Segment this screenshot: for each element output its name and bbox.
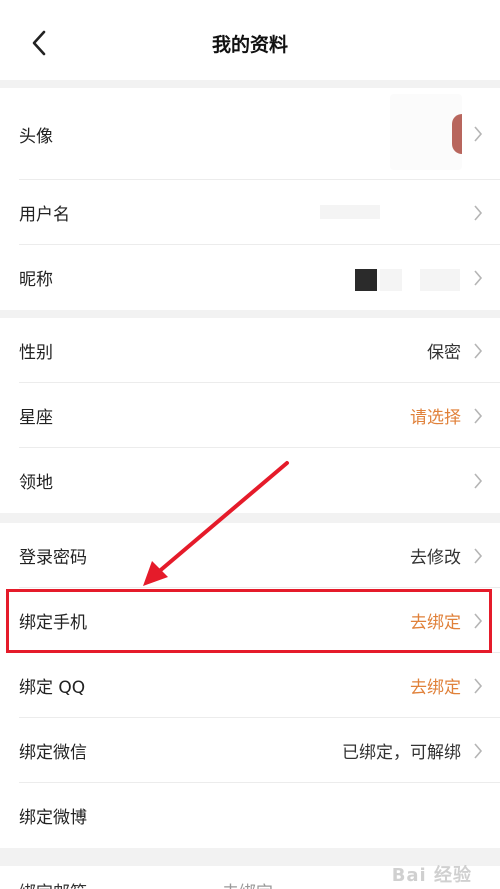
avatar-label: 头像 [19, 126, 53, 147]
back-arrow-icon [32, 30, 46, 56]
nickname-label: 昵称 [19, 270, 53, 290]
chevron-right-icon [474, 612, 483, 629]
zodiac-value: 请选择 [410, 408, 461, 428]
gender-label: 性别 [19, 343, 53, 363]
username-label: 用户名 [19, 205, 70, 225]
nickname-value-redacted [355, 269, 377, 291]
bind-qq-label: 绑定 QQ [19, 678, 86, 698]
profile-group: 头像 用户名 昵称 [0, 88, 500, 310]
territory-row[interactable]: 领地 [0, 448, 500, 513]
back-button[interactable] [22, 26, 56, 60]
chevron-right-icon [474, 677, 483, 694]
avatar-image-edge [452, 114, 462, 154]
territory-label: 领地 [19, 473, 53, 493]
bind-phone-label: 绑定手机 [19, 613, 87, 633]
chevron-right-icon [474, 269, 483, 286]
password-value: 去修改 [410, 548, 461, 568]
bind-email-label: 绑定邮箱 [19, 878, 87, 889]
bind-wechat-value: 已绑定，可解绑 [342, 743, 461, 763]
bind-email-value: 去绑定 [222, 878, 273, 889]
bind-weibo-row[interactable]: 绑定微博 [0, 783, 500, 848]
avatar[interactable] [390, 94, 462, 170]
page-title: 我的资料 [211, 33, 288, 56]
nickname-value-blurred [380, 269, 402, 291]
chevron-right-icon [474, 342, 483, 359]
chevron-right-icon [474, 204, 483, 221]
bind-phone-value: 去绑定 [410, 613, 461, 633]
bind-wechat-label: 绑定微信 [19, 743, 87, 763]
zodiac-label: 星座 [19, 408, 53, 428]
nickname-value-blurred [420, 269, 460, 291]
binding-group: 登录密码 去修改 绑定手机 去绑定 绑定 QQ 去绑定 绑定微信 已绑定，可解绑… [0, 523, 500, 848]
username-value-blurred [320, 205, 380, 219]
nickname-row[interactable]: 昵称 [0, 245, 500, 310]
chevron-right-icon [474, 742, 483, 759]
avatar-row[interactable]: 头像 [0, 88, 500, 180]
password-row[interactable]: 登录密码 去修改 [0, 523, 500, 588]
chevron-right-icon [474, 472, 483, 489]
bind-qq-value: 去绑定 [410, 678, 461, 698]
zodiac-row[interactable]: 星座 请选择 [0, 383, 500, 448]
bind-wechat-row[interactable]: 绑定微信 已绑定，可解绑 [0, 718, 500, 783]
gender-value: 保密 [427, 343, 461, 363]
bind-weibo-label: 绑定微博 [19, 808, 87, 828]
chevron-right-icon [474, 407, 483, 424]
top-bar: 我的资料 [0, 0, 500, 80]
watermark: Bai 经验 [391, 865, 472, 886]
password-label: 登录密码 [19, 548, 87, 568]
username-row[interactable]: 用户名 [0, 180, 500, 245]
info-group: 性别 保密 星座 请选择 领地 [0, 318, 500, 513]
bind-qq-row[interactable]: 绑定 QQ 去绑定 [0, 653, 500, 718]
gender-row[interactable]: 性别 保密 [0, 318, 500, 383]
chevron-right-icon [474, 126, 483, 142]
chevron-right-icon [474, 547, 483, 564]
bind-phone-row[interactable]: 绑定手机 去绑定 [0, 588, 500, 653]
